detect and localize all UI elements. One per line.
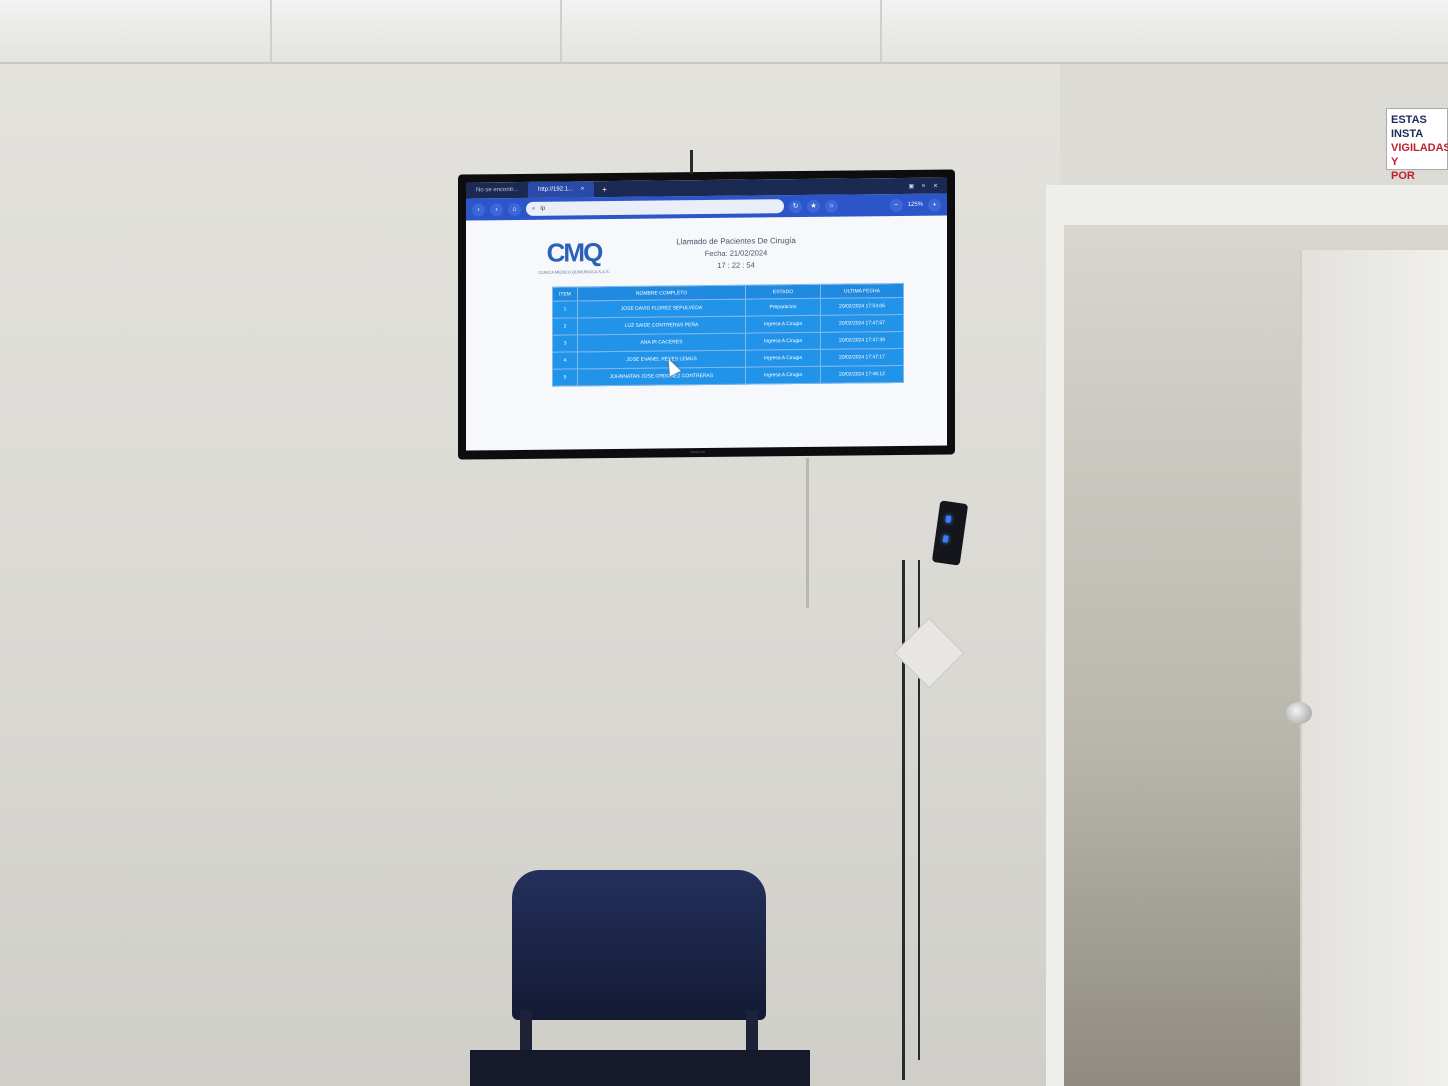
page-title: Llamado de Pacientes De Cirugía: [676, 236, 796, 247]
page-content: CMQ CLINICA MEDICO QUIRURGICA S.A.S. Lla…: [466, 215, 947, 450]
star-icon[interactable]: ★: [807, 199, 820, 213]
cell-date: 20/02/2024 17:47:57: [820, 314, 904, 333]
cell-status: Preparacion: [745, 298, 821, 317]
header-item: ITEM: [552, 286, 578, 302]
menu-icon[interactable]: ○: [825, 199, 838, 213]
cell-date: 20/02/2024 17:46:12: [820, 365, 904, 384]
cell-status: Ingresa A Cirugia: [745, 332, 821, 351]
cell-item: 3: [552, 334, 578, 353]
tv-monitor: No se encontr... http://192.1... × + ▣ ≡…: [458, 169, 955, 460]
logo-text: CMQ: [546, 237, 602, 268]
logo-subtext: CLINICA MEDICO QUIRURGICA S.A.S.: [538, 269, 610, 275]
cell-status: Ingresa A Cirugia: [745, 366, 821, 385]
plus-icon[interactable]: +: [594, 184, 615, 194]
wall-sign-line3: POR: [1391, 170, 1415, 182]
chair: [512, 870, 766, 1020]
wall-sign-line2: VIGILADAS Y: [1391, 142, 1448, 168]
tv-power-cable: [690, 150, 693, 174]
window-controls[interactable]: ▣ ≡ ✕: [908, 182, 947, 189]
chair-seat: [470, 1050, 810, 1086]
search-icon: ⌕: [532, 205, 536, 212]
door-knob: [1286, 702, 1312, 724]
usb-cable: [902, 560, 905, 1080]
zoom-in-icon[interactable]: +: [928, 198, 941, 212]
cell-name: JOHNNATAN JOSE ORDOÑEZ CONTRERAS: [577, 367, 746, 386]
open-door: [1300, 250, 1448, 1086]
back-icon[interactable]: ‹: [472, 202, 485, 216]
forward-icon[interactable]: ›: [490, 202, 503, 216]
header-status: ESTADO: [745, 284, 821, 300]
address-bar[interactable]: ⌕ ip: [526, 199, 784, 216]
cell-item: 5: [552, 368, 578, 387]
tab-not-found[interactable]: No se encontr...: [466, 182, 528, 199]
clinic-logo: CMQ CLINICA MEDICO QUIRURGICA S.A.S.: [534, 237, 614, 286]
hdmi-cable: [806, 458, 809, 608]
tab-active-label: http://192.1...: [538, 186, 574, 193]
tv-brand: SAMSUNG: [690, 450, 706, 455]
tab-active[interactable]: http://192.1... ×: [528, 181, 595, 198]
cell-item: 1: [552, 300, 578, 319]
cell-name: JOSE EVANEL REYES LEMUS: [577, 350, 746, 369]
zoom-out-icon[interactable]: −: [889, 198, 903, 212]
table-row: 5 JOHNNATAN JOSE ORDOÑEZ CONTRERAS Ingre…: [552, 365, 904, 387]
page-header: Llamado de Pacientes De Cirugía Fecha: 2…: [656, 235, 816, 273]
wall-sign: ESTAS INSTA VIGILADAS Y POR: [1386, 108, 1448, 182]
hub-led: [942, 535, 949, 543]
cell-name: ANA IR CACERES: [577, 333, 746, 352]
patients-table: ITEM NOMBRE COMPLETO ESTADO ULTIMA FECHA…: [552, 283, 904, 387]
cell-name: LUZ SAIDE CONTRERAS PEÑA: [577, 316, 746, 335]
cell-date: 20/02/2024 17:53:06: [820, 297, 904, 316]
home-icon[interactable]: ⌂: [508, 202, 521, 216]
ceiling: [0, 0, 1448, 64]
cell-date: 20/02/2024 17:47:17: [820, 348, 904, 367]
logo-mark: CMQ: [534, 237, 614, 268]
wall-sign-line1: ESTAS INSTA: [1391, 114, 1427, 140]
cell-item: 4: [552, 351, 578, 370]
clock: 17 : 22 : 54: [717, 260, 755, 270]
address-text: ip: [540, 205, 546, 212]
cell-status: Ingresa A Cirugia: [745, 349, 821, 368]
cell-item: 2: [552, 317, 578, 336]
reload-icon[interactable]: ↻: [789, 199, 802, 213]
cell-date: 20/02/2024 17:47:39: [820, 331, 904, 350]
cell-name: JOSE DAVID FLOREZ SEPULVEDA: [577, 299, 746, 318]
hub-led: [945, 515, 952, 523]
cell-status: Ingresa A Cirugia: [745, 315, 821, 334]
zoom-controls: − 125% +: [889, 198, 941, 212]
zoom-level: 125%: [907, 201, 923, 208]
header-last-date: ULTIMA FECHA: [820, 283, 904, 299]
tv-screen: No se encontr... http://192.1... × + ▣ ≡…: [466, 177, 947, 451]
close-icon[interactable]: ×: [581, 186, 585, 192]
